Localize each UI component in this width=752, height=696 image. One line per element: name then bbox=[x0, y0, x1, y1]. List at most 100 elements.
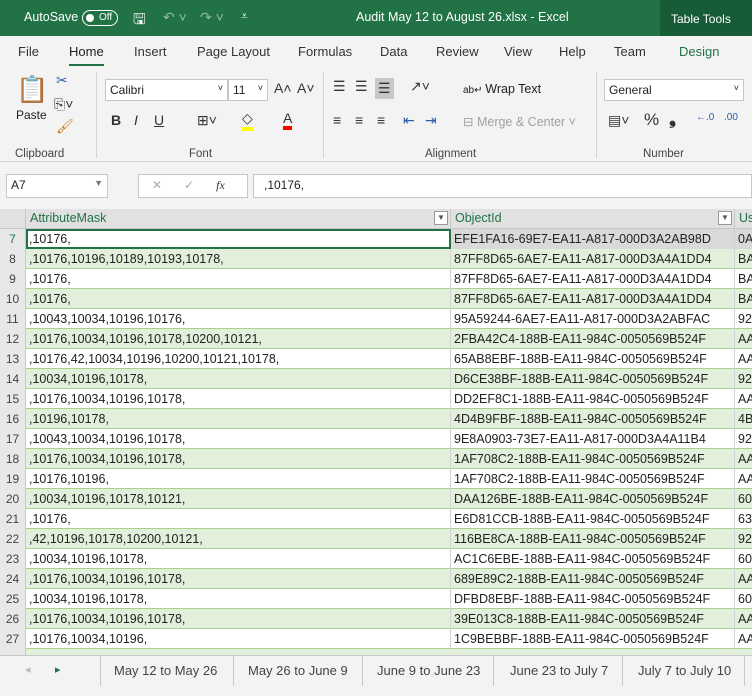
italic-button[interactable]: I bbox=[134, 112, 138, 128]
cut-icon[interactable]: ✂ bbox=[56, 72, 68, 89]
select-all-corner[interactable] bbox=[0, 209, 26, 229]
orientation-icon[interactable]: ↗˅ bbox=[410, 78, 430, 95]
row-number[interactable]: 23 bbox=[0, 549, 26, 569]
row-number[interactable]: 21 bbox=[0, 509, 26, 529]
align-right-icon[interactable]: ≡ bbox=[377, 112, 385, 128]
increase-decimal-icon[interactable]: ←.0 bbox=[696, 112, 714, 123]
row-number[interactable]: 11 bbox=[0, 309, 26, 329]
paste-icon[interactable]: 📋 bbox=[16, 74, 48, 105]
insert-function-icon[interactable]: fx bbox=[216, 178, 225, 192]
row-number[interactable]: 26 bbox=[0, 609, 26, 629]
cell-objectid[interactable]: 1AF708C2-188B-EA11-984C-0050569B524F bbox=[451, 449, 735, 469]
cell-objectid[interactable]: D6CE38BF-188B-EA11-984C-0050569B524F bbox=[451, 369, 735, 389]
cell-attributemask[interactable]: ,10176,10034,10196,10178, bbox=[26, 569, 451, 589]
decrease-decimal-icon[interactable]: .00 bbox=[724, 112, 738, 123]
cell-user[interactable]: BA bbox=[735, 249, 752, 269]
merge-center-button[interactable]: ⊟ Merge & Center ˅ bbox=[463, 114, 576, 129]
row-number[interactable]: 20 bbox=[0, 489, 26, 509]
sheet-tab[interactable]: May 26 to June 9 bbox=[234, 656, 363, 686]
enter-icon[interactable]: ✓ bbox=[184, 178, 194, 192]
cell-objectid[interactable]: DD2EF8C1-188B-EA11-984C-0050569B524F bbox=[451, 389, 735, 409]
cell-user[interactable]: AA bbox=[735, 389, 752, 409]
cell-user[interactable]: BA bbox=[735, 269, 752, 289]
cell-attributemask[interactable]: ,10176,42,10034,10196,10200,10121,10178, bbox=[26, 349, 451, 369]
undo-icon[interactable]: ↶ ˅ bbox=[163, 9, 187, 26]
copy-icon[interactable]: ⎘˅ bbox=[54, 96, 73, 113]
fill-color-icon[interactable]: ◇ bbox=[242, 110, 253, 131]
font-color-icon[interactable]: A bbox=[283, 110, 293, 130]
borders-icon[interactable]: ⊞˅ bbox=[197, 112, 217, 129]
row-number[interactable]: 22 bbox=[0, 529, 26, 549]
row-number[interactable]: 16 bbox=[0, 409, 26, 429]
cell-user[interactable]: AA bbox=[735, 449, 752, 469]
row-number[interactable]: 18 bbox=[0, 449, 26, 469]
cell-objectid[interactable]: 65AB8EBF-188B-EA11-984C-0050569B524F bbox=[451, 349, 735, 369]
customize-toolbar-icon[interactable]: ⩡ bbox=[241, 9, 248, 24]
cell-attributemask[interactable]: ,10196,10178, bbox=[26, 409, 451, 429]
tab-review[interactable]: Review bbox=[436, 44, 479, 59]
cell-user[interactable]: 0A bbox=[735, 229, 752, 249]
decrease-indent-icon[interactable]: ⇤ bbox=[403, 112, 415, 129]
filter-dropdown-icon[interactable]: ▼ bbox=[434, 211, 448, 225]
cell-user[interactable]: 63 bbox=[735, 509, 752, 529]
row-number[interactable]: 24 bbox=[0, 569, 26, 589]
comma-style-icon[interactable]: ❟ bbox=[669, 108, 676, 129]
font-name-select[interactable]: Calibri ˅ bbox=[105, 79, 228, 101]
redo-icon[interactable]: ↷ ˅ bbox=[200, 9, 224, 26]
cell-objectid[interactable]: 116BE8CA-188B-EA11-984C-0050569B524F bbox=[451, 529, 735, 549]
autosave-toggle[interactable]: Off bbox=[82, 10, 118, 26]
cell-objectid[interactable]: 95A59244-6AE7-EA11-A817-000D3A2ABFAC bbox=[451, 309, 735, 329]
paste-button[interactable]: Paste bbox=[16, 108, 47, 122]
cell-user[interactable]: 92 bbox=[735, 309, 752, 329]
row-number[interactable]: 17 bbox=[0, 429, 26, 449]
cell-objectid[interactable]: 1AF708C2-188B-EA11-984C-0050569B524F bbox=[451, 469, 735, 489]
cell-objectid[interactable]: 87FF8D65-6AE7-EA11-A817-000D3A4A1DD4 bbox=[451, 289, 735, 309]
decrease-font-icon[interactable]: A˅ bbox=[297, 80, 315, 96]
percent-icon[interactable]: % bbox=[644, 110, 659, 130]
sheet-tab[interactable]: June 23 to July 7 bbox=[494, 656, 623, 686]
cell-objectid[interactable]: E6D81CCB-188B-EA11-984C-0050569B524F bbox=[451, 509, 735, 529]
cell-objectid[interactable]: DFBD8EBF-188B-EA11-984C-0050569B524F bbox=[451, 589, 735, 609]
increase-indent-icon[interactable]: ⇥ bbox=[425, 112, 437, 129]
cell-user[interactable]: 60 bbox=[735, 489, 752, 509]
cell-objectid[interactable]: 1C9BEBBF-188B-EA11-984C-0050569B524F bbox=[451, 629, 735, 649]
save-icon[interactable]: 🖫 bbox=[133, 9, 146, 34]
sheet-tab[interactable]: May 12 to May 26 bbox=[101, 656, 234, 686]
cell-attributemask[interactable]: ,10034,10196,10178, bbox=[26, 549, 451, 569]
row-number[interactable]: 8 bbox=[0, 249, 26, 269]
cell-user[interactable]: AA bbox=[735, 629, 752, 649]
cell-attributemask[interactable]: ,10176, bbox=[26, 509, 451, 529]
cell-attributemask[interactable]: ,10176,10034,10196, bbox=[26, 629, 451, 649]
cell-user[interactable]: 4B bbox=[735, 409, 752, 429]
cell-user[interactable]: AA bbox=[735, 609, 752, 629]
cell-attributemask[interactable]: ,10176, bbox=[26, 269, 451, 289]
sheet-tab[interactable]: June 9 to June 23 bbox=[363, 656, 494, 686]
underline-button[interactable]: U bbox=[154, 112, 164, 128]
cell-objectid[interactable]: 4D4B9FBF-188B-EA11-984C-0050569B524F bbox=[451, 409, 735, 429]
cell-objectid[interactable]: EFE1FA16-69E7-EA11-A817-000D3A2AB98D bbox=[451, 229, 735, 249]
cell-attributemask[interactable]: ,42,10196,10178,10200,10121, bbox=[26, 529, 451, 549]
cell-user[interactable]: AA bbox=[735, 469, 752, 489]
cell-user[interactable]: 60 bbox=[735, 549, 752, 569]
align-bottom-icon[interactable]: ☰ bbox=[375, 78, 394, 99]
scroll-tabs-left-icon[interactable]: ◂ bbox=[25, 663, 31, 676]
row-number[interactable]: 25 bbox=[0, 589, 26, 609]
tab-file[interactable]: File bbox=[18, 44, 39, 59]
cell-user[interactable]: AA bbox=[735, 349, 752, 369]
tab-design[interactable]: Design bbox=[679, 44, 719, 59]
tab-insert[interactable]: Insert bbox=[134, 44, 167, 59]
accounting-format-icon[interactable]: ▤˅ bbox=[608, 112, 629, 129]
number-format-select[interactable]: General ˅ bbox=[604, 79, 744, 101]
cell-objectid[interactable]: 689E89C2-188B-EA11-984C-0050569B524F bbox=[451, 569, 735, 589]
row-number[interactable]: 12 bbox=[0, 329, 26, 349]
scroll-tabs-right-icon[interactable]: ▸ bbox=[55, 663, 61, 676]
cell-attributemask[interactable]: ,10176,10034,10196,10178,10200,10121, bbox=[26, 329, 451, 349]
cell-objectid[interactable]: 2FBA42C4-188B-EA11-984C-0050569B524F bbox=[451, 329, 735, 349]
tab-formulas[interactable]: Formulas bbox=[298, 44, 352, 59]
tab-team[interactable]: Team bbox=[614, 44, 646, 59]
cell-user[interactable]: 92 bbox=[735, 529, 752, 549]
cell-user[interactable]: 92 bbox=[735, 369, 752, 389]
cell-attributemask[interactable]: ,10176,10196,10189,10193,10178, bbox=[26, 249, 451, 269]
cell-objectid[interactable]: AC1C6EBE-188B-EA11-984C-0050569B524F bbox=[451, 549, 735, 569]
bold-button[interactable]: B bbox=[111, 112, 121, 128]
